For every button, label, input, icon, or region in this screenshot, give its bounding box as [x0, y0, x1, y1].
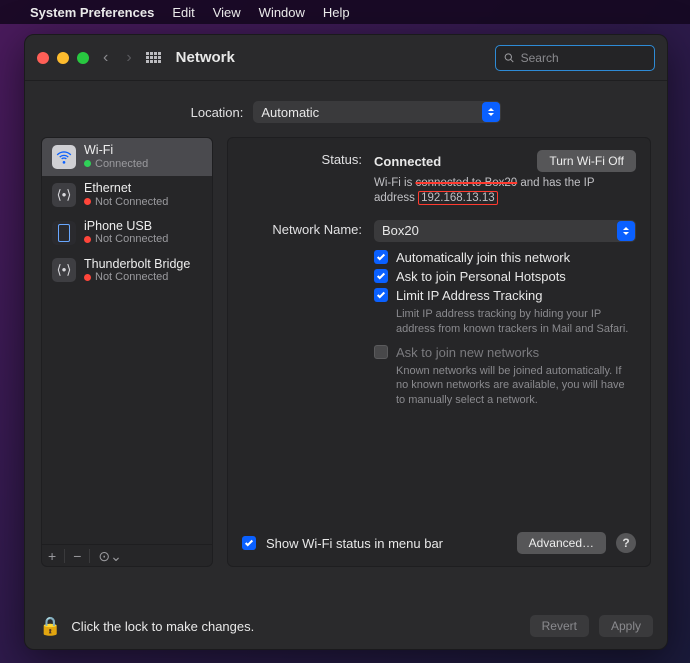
- show-status-checkbox[interactable]: [242, 536, 256, 550]
- limit-ip-label: Limit IP Address Tracking: [396, 288, 542, 303]
- add-interface-button[interactable]: +: [48, 549, 56, 563]
- lock-icon[interactable]: 🔒: [39, 616, 61, 637]
- status-label: Status:: [242, 150, 362, 206]
- interface-actions-menu[interactable]: ⊙⌄: [98, 549, 121, 563]
- status-dot-icon: [84, 274, 91, 281]
- ethernet-icon: ⟨•⟩: [52, 183, 76, 207]
- status-dot-icon: [84, 198, 91, 205]
- interface-status: Connected: [95, 158, 148, 170]
- network-name-value: Box20: [382, 223, 419, 238]
- interface-name: Ethernet: [84, 182, 168, 196]
- status-dot-icon: [84, 160, 91, 167]
- popup-arrows-icon: [482, 102, 500, 122]
- interface-sidebar: Wi-Fi Connected ⟨•⟩ Ethernet Not Connect…: [41, 137, 213, 567]
- preferences-window: ‹ › Network Location: Automatic Wi-Fi Co…: [24, 34, 668, 650]
- location-label: Location:: [191, 105, 244, 120]
- limit-ip-description: Limit IP address tracking by hiding your…: [396, 307, 636, 337]
- interface-iphone-usb[interactable]: iPhone USB Not Connected: [42, 214, 212, 252]
- menu-edit[interactable]: Edit: [172, 5, 194, 20]
- location-popup[interactable]: Automatic: [253, 101, 501, 123]
- search-input[interactable]: [521, 51, 646, 65]
- interface-name: Thunderbolt Bridge: [84, 258, 190, 272]
- interface-status: Not Connected: [95, 271, 168, 283]
- interface-ethernet[interactable]: ⟨•⟩ Ethernet Not Connected: [42, 176, 212, 214]
- forward-button[interactable]: ›: [122, 49, 135, 67]
- traffic-lights: [37, 52, 89, 64]
- ask-hotspot-label: Ask to join Personal Hotspots: [396, 269, 566, 284]
- highlighted-ip: 192.168.13.13: [418, 191, 498, 205]
- ask-join-checkbox[interactable]: [374, 345, 388, 359]
- status-value: Connected: [374, 154, 441, 169]
- ask-join-label: Ask to join new networks: [396, 345, 539, 360]
- menu-help[interactable]: Help: [323, 5, 350, 20]
- search-icon: [504, 52, 515, 64]
- window-title: Network: [176, 49, 235, 66]
- window-bottom-bar: 🔒 Click the lock to make changes. Revert…: [39, 615, 653, 637]
- zoom-button[interactable]: [77, 52, 89, 64]
- close-button[interactable]: [37, 52, 49, 64]
- help-button[interactable]: ?: [616, 533, 636, 553]
- interface-status: Not Connected: [95, 233, 168, 245]
- thunderbolt-icon: ⟨•⟩: [52, 258, 76, 282]
- menu-window[interactable]: Window: [259, 5, 305, 20]
- menu-bar: System Preferences Edit View Window Help: [0, 0, 690, 24]
- show-status-label: Show Wi-Fi status in menu bar: [266, 536, 443, 551]
- lock-text: Click the lock to make changes.: [71, 619, 254, 634]
- location-value: Automatic: [261, 105, 319, 120]
- status-description: Wi-Fi is connected to Box20 and has the …: [374, 176, 636, 206]
- menu-view[interactable]: View: [213, 5, 241, 20]
- menu-app[interactable]: System Preferences: [30, 5, 154, 20]
- interface-name: iPhone USB: [84, 220, 168, 234]
- minimize-button[interactable]: [57, 52, 69, 64]
- ask-join-description: Known networks will be joined automatica…: [396, 364, 636, 409]
- interface-name: Wi-Fi: [84, 144, 148, 158]
- turn-wifi-off-button[interactable]: Turn Wi-Fi Off: [537, 150, 636, 172]
- strike-text: connected to Box20: [416, 177, 518, 189]
- wifi-icon: [52, 145, 76, 169]
- limit-ip-checkbox[interactable]: [374, 288, 388, 302]
- interface-list[interactable]: Wi-Fi Connected ⟨•⟩ Ethernet Not Connect…: [41, 137, 213, 545]
- network-name-label: Network Name:: [242, 220, 362, 416]
- revert-button[interactable]: Revert: [530, 615, 589, 637]
- auto-join-checkbox[interactable]: [374, 250, 388, 264]
- interface-status: Not Connected: [95, 196, 168, 208]
- show-all-button[interactable]: [146, 50, 162, 66]
- iphone-icon: [52, 221, 76, 245]
- auto-join-label: Automatically join this network: [396, 250, 570, 265]
- ask-hotspot-checkbox[interactable]: [374, 269, 388, 283]
- network-name-popup[interactable]: Box20: [374, 220, 636, 242]
- interface-thunderbolt[interactable]: ⟨•⟩ Thunderbolt Bridge Not Connected: [42, 252, 212, 290]
- location-row: Location: Automatic: [25, 81, 667, 137]
- apply-button[interactable]: Apply: [599, 615, 653, 637]
- sidebar-footer: + − ⊙⌄: [41, 545, 213, 567]
- back-button[interactable]: ‹: [99, 49, 112, 67]
- search-field[interactable]: [495, 45, 655, 71]
- detail-panel: Status: Connected Turn Wi-Fi Off Wi-Fi i…: [227, 137, 651, 567]
- advanced-button[interactable]: Advanced…: [517, 532, 606, 554]
- window-toolbar: ‹ › Network: [25, 35, 667, 81]
- popup-arrows-icon: [617, 221, 635, 241]
- remove-interface-button[interactable]: −: [73, 549, 81, 563]
- interface-wifi[interactable]: Wi-Fi Connected: [42, 138, 212, 176]
- status-dot-icon: [84, 236, 91, 243]
